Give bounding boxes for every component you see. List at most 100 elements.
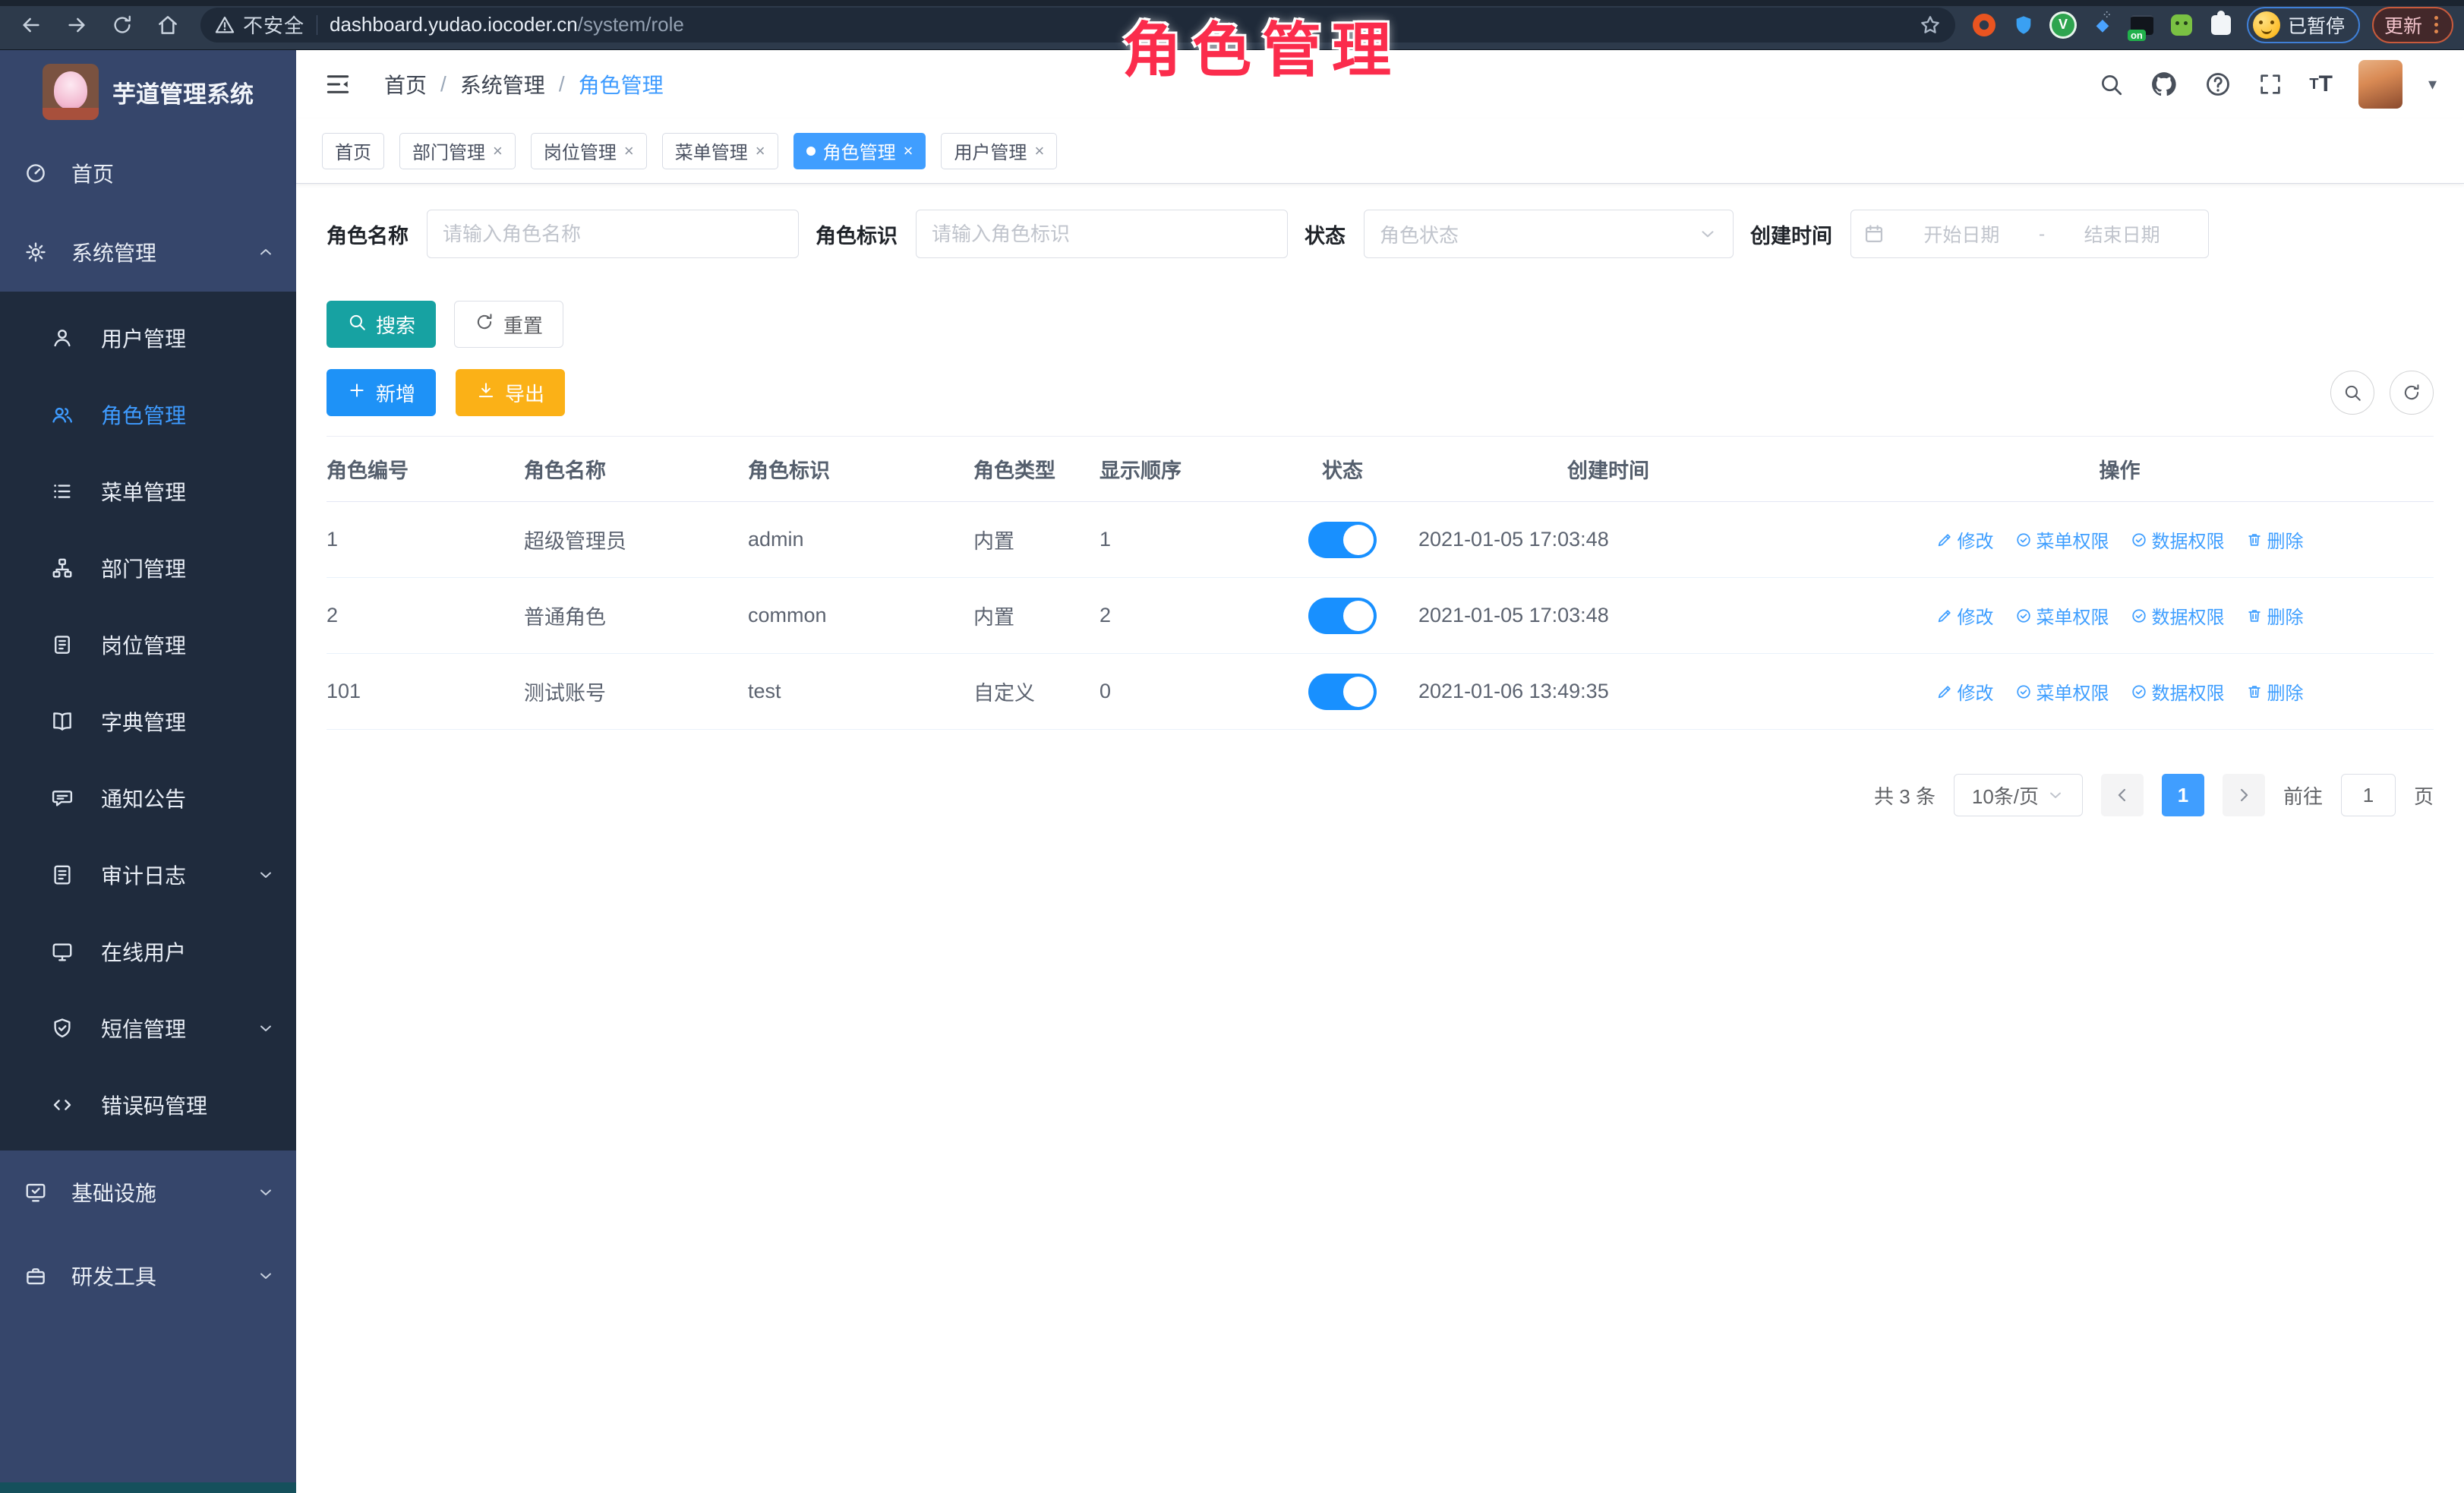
sidebar-item-post[interactable]: 岗位管理 (0, 606, 296, 683)
data-perm-link[interactable]: 数据权限 (2131, 678, 2225, 705)
font-size-icon[interactable]: TT (2309, 71, 2333, 97)
fullscreen-icon (2257, 71, 2283, 97)
search-icon (347, 312, 367, 337)
chevron-down-icon[interactable]: ▾ (2428, 74, 2437, 94)
ubuntu-ext-icon[interactable] (1972, 13, 1996, 37)
sidebar-item-home[interactable]: 首页 (0, 134, 296, 213)
page-number-1[interactable]: 1 (2162, 774, 2204, 816)
menu-perm-link[interactable]: 菜单权限 (2015, 526, 2109, 553)
data-perm-link[interactable]: 数据权限 (2131, 602, 2225, 629)
plus-icon (347, 380, 367, 400)
search-button[interactable]: 搜索 (327, 301, 436, 348)
code-icon (51, 1094, 74, 1116)
back-icon[interactable] (14, 8, 49, 43)
field-role-key: 角色标识 (816, 210, 1288, 258)
onetab-ext-icon[interactable]: on (2130, 13, 2154, 37)
help-icon[interactable] (2204, 71, 2232, 98)
tab-dept[interactable]: 部门管理× (399, 133, 516, 169)
sidebar-item-dict[interactable]: 字典管理 (0, 683, 296, 759)
sidebar-item-audit-log[interactable]: 审计日志 (0, 836, 296, 913)
edit-link[interactable]: 修改 (1936, 602, 1994, 629)
browser-update-chip[interactable]: 更新 (2372, 7, 2453, 43)
hamburger-icon[interactable] (323, 70, 352, 99)
v-circle-ext-icon[interactable]: V (2051, 13, 2075, 37)
plus-icon (347, 380, 367, 406)
date-range-picker[interactable]: 开始日期 - 结束日期 (1850, 210, 2209, 258)
status-select[interactable]: 角色状态 (1364, 210, 1734, 258)
column-header: 角色类型 (973, 454, 1099, 484)
github-icon[interactable] (2150, 70, 2178, 99)
chevron-down-icon (2046, 786, 2065, 804)
tab-role[interactable]: 角色管理× (793, 133, 926, 169)
page-size-select[interactable]: 10条/页 (1954, 774, 2083, 816)
avatar[interactable] (2358, 60, 2402, 109)
delete-link[interactable]: 删除 (2246, 678, 2304, 705)
sprite-ext-icon[interactable] (2169, 13, 2194, 37)
tab-menu[interactable]: 菜单管理× (662, 133, 778, 169)
prev-page-button[interactable] (2101, 774, 2144, 816)
puzzle-ext-icon[interactable] (2209, 13, 2233, 37)
status-toggle[interactable] (1308, 522, 1377, 558)
sidebar-item-notice[interactable]: 通知公告 (0, 759, 296, 836)
close-icon[interactable]: × (493, 141, 503, 161)
shield-ext-icon[interactable] (2011, 13, 2036, 37)
next-page-button[interactable] (2223, 774, 2265, 816)
breadcrumb-item[interactable]: 首页 (384, 69, 427, 99)
cell-name: 普通角色 (524, 601, 748, 630)
status-toggle[interactable] (1308, 598, 1377, 634)
chevron-down-icon (1698, 224, 1718, 244)
sidebar-item-role[interactable]: 角色管理 (0, 376, 296, 453)
status-toggle[interactable] (1308, 674, 1377, 710)
sidebar-item-label: 系统管理 (71, 237, 156, 267)
gem-ext-icon[interactable]: ◆ (2090, 13, 2115, 37)
edit-link[interactable]: 修改 (1936, 678, 1994, 705)
data-perm-link[interactable]: 数据权限 (2131, 526, 2225, 553)
reset-button[interactable]: 重置 (454, 301, 563, 348)
toggle-search-button[interactable] (2330, 371, 2374, 415)
search-icon (2343, 383, 2362, 402)
edit-icon (1936, 683, 1953, 700)
home-icon[interactable] (150, 8, 185, 43)
fullscreen-icon[interactable] (2257, 71, 2283, 97)
forward-icon[interactable] (59, 8, 94, 43)
delete-link[interactable]: 删除 (2246, 526, 2304, 553)
app-logo[interactable]: 芋道管理系统 (0, 50, 296, 134)
filter-form: 角色名称 角色标识 状态 角色状态 创建时间 开始日期 - (327, 210, 2434, 258)
reload-icon[interactable] (105, 8, 140, 43)
tab-user[interactable]: 用户管理× (941, 133, 1057, 169)
bookmark-star-icon[interactable] (1919, 14, 1942, 36)
sidebar-item-sms[interactable]: 短信管理 (0, 990, 296, 1066)
role-name-input[interactable] (427, 210, 799, 258)
menu-perm-link[interactable]: 菜单权限 (2015, 602, 2109, 629)
sidebar-item-dev-tools[interactable]: 研发工具 (0, 1234, 296, 1318)
export-button[interactable]: 导出 (456, 369, 565, 416)
delete-link[interactable]: 删除 (2246, 602, 2304, 629)
close-icon[interactable]: × (904, 141, 913, 161)
sidebar-item-system[interactable]: 系统管理 (0, 213, 296, 292)
chevron-right-sm-icon (2233, 784, 2254, 806)
sidebar-item-infra[interactable]: 基础设施 (0, 1151, 296, 1234)
role-key-input[interactable] (916, 210, 1288, 258)
edit-link[interactable]: 修改 (1936, 526, 1994, 553)
tab-post[interactable]: 岗位管理× (531, 133, 647, 169)
add-button[interactable]: 新增 (327, 369, 436, 416)
close-icon[interactable]: × (624, 141, 634, 161)
tab-home[interactable]: 首页 (322, 133, 384, 169)
sidebar-item-online-user[interactable]: 在线用户 (0, 913, 296, 990)
refresh-button[interactable] (2390, 371, 2434, 415)
close-icon[interactable]: × (1034, 141, 1044, 161)
profile-paused-chip[interactable]: 已暂停 (2247, 7, 2360, 43)
menu-perm-link[interactable]: 菜单权限 (2015, 678, 2109, 705)
browser-menu-icon[interactable] (2431, 16, 2441, 33)
address-bar[interactable]: 不安全 dashboard.yudao.iocoder.cn /system/r… (200, 8, 1955, 43)
trash-icon (2246, 532, 2263, 548)
sidebar-item-user[interactable]: 用户管理 (0, 299, 296, 376)
search-icon[interactable] (2098, 71, 2124, 97)
sidebar-item-menu[interactable]: 菜单管理 (0, 453, 296, 529)
field-role-name: 角色名称 (327, 210, 799, 258)
sidebar-item-error-code[interactable]: 错误码管理 (0, 1066, 296, 1143)
close-icon[interactable]: × (756, 141, 765, 161)
goto-page-input[interactable] (2341, 774, 2396, 816)
breadcrumb-item[interactable]: 系统管理 (460, 69, 545, 99)
sidebar-item-dept[interactable]: 部门管理 (0, 529, 296, 606)
